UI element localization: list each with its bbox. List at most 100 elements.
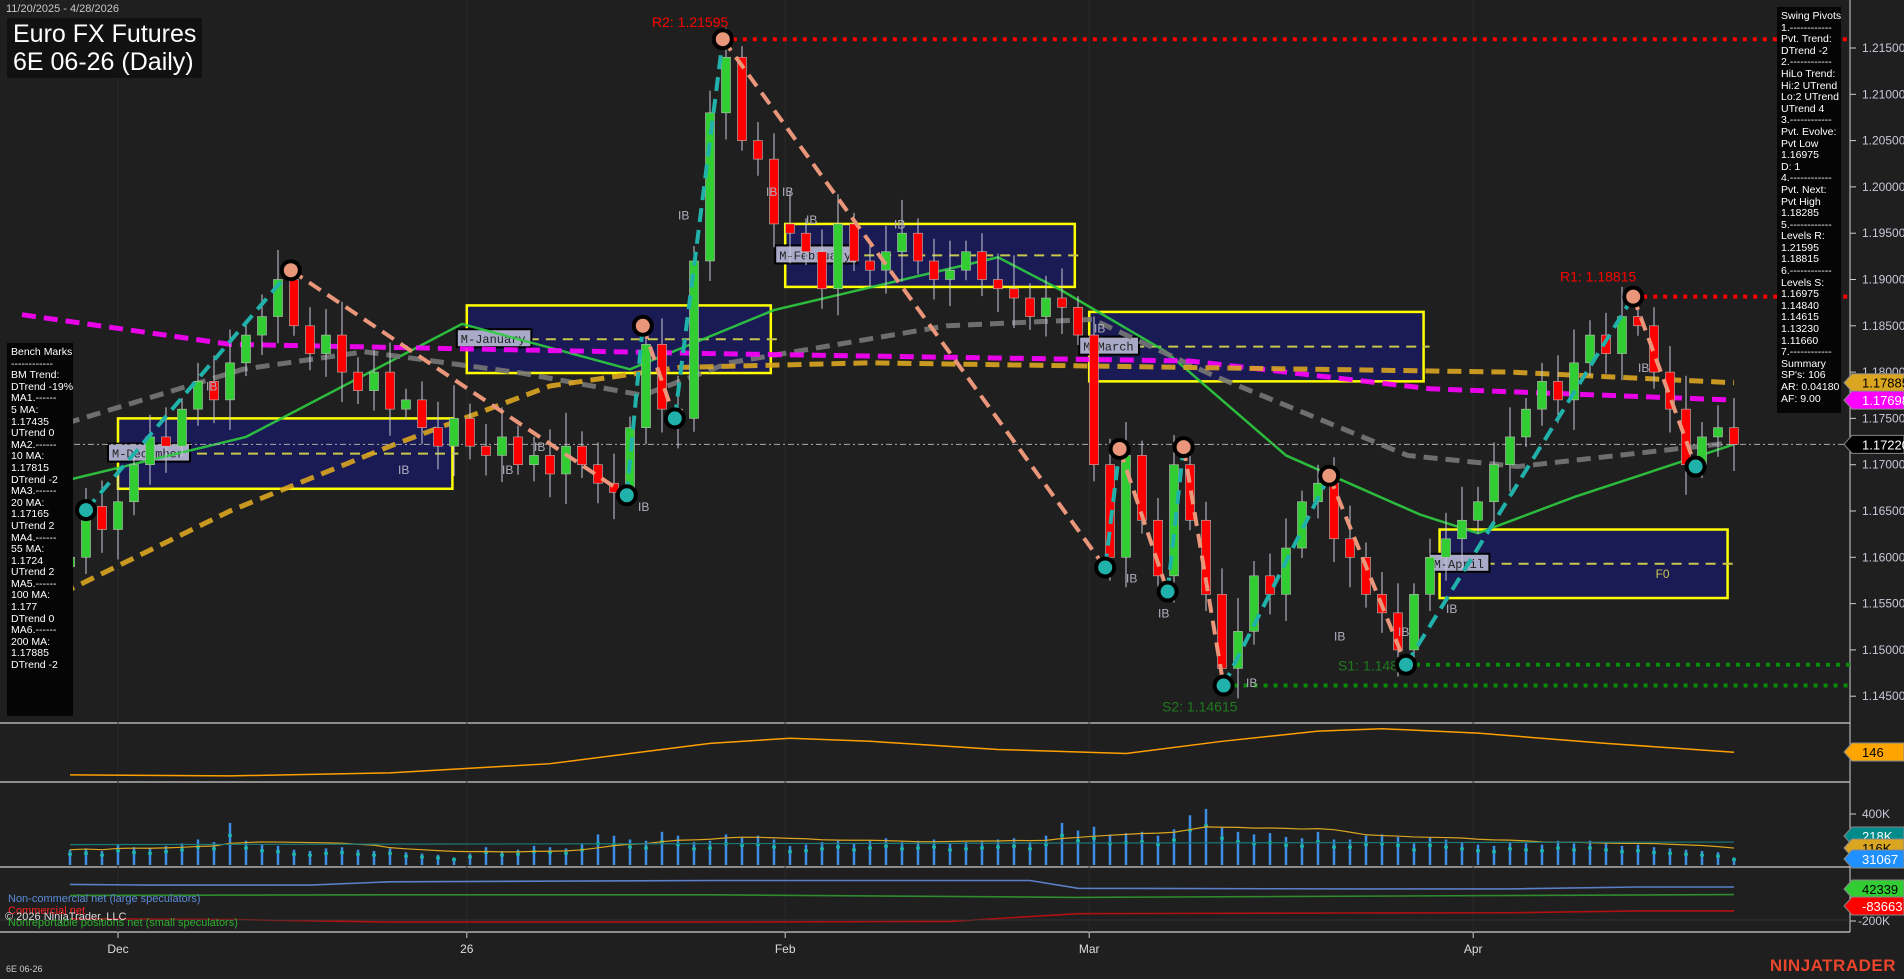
candle-body <box>401 399 411 410</box>
volume-avg-dot <box>436 855 440 860</box>
volume-avg-dot <box>1524 847 1528 852</box>
y-axis-label: 1.19500 <box>1862 226 1904 240</box>
volume-avg-dot <box>692 846 696 851</box>
candle-body <box>897 232 907 253</box>
monthly-box-label: M-January <box>461 333 526 347</box>
volume-avg-dot <box>1396 843 1400 848</box>
ib-label: IB <box>766 185 777 199</box>
volume-avg-dot <box>468 854 472 859</box>
price-tag-text: 1.17698 <box>1862 393 1904 408</box>
volume-avg-dot <box>1716 854 1720 859</box>
volume-avg-dot <box>100 853 104 858</box>
y-axis-label: 1.17500 <box>1862 411 1904 425</box>
volume-avg-dot <box>260 848 264 853</box>
candle-body <box>1489 464 1499 503</box>
candle <box>513 425 523 475</box>
candle-body <box>865 260 875 271</box>
candle-body <box>1345 538 1355 558</box>
candle-body <box>257 316 267 336</box>
swing-line: Pvt. Next: <box>1781 183 1827 196</box>
volume-avg-dot <box>1284 843 1288 848</box>
volume-avg-dot <box>980 846 984 851</box>
candle-body <box>1457 519 1467 540</box>
ib-label: IB <box>1126 571 1137 585</box>
bench-line: 5 MA: <box>11 403 39 416</box>
swing-up-leg <box>1404 295 1635 666</box>
volume-avg-dot <box>900 846 904 851</box>
candle-body <box>945 269 955 280</box>
cot-tag-text: 42339 <box>1862 882 1898 897</box>
volume-avg-dot <box>276 849 280 854</box>
swing-line: 6.------------ <box>1781 265 1832 278</box>
candle-body <box>353 371 363 391</box>
volume-avg-dot <box>820 846 824 851</box>
monthly-box-label: M-April <box>1434 558 1484 572</box>
volume-avg-dot <box>1684 852 1688 857</box>
volume-avg-dot <box>68 852 72 857</box>
candle <box>545 429 555 498</box>
swing-low-marker <box>1094 556 1117 579</box>
swing-line: 1.13230 <box>1781 323 1819 336</box>
y-axis-label: 1.18500 <box>1862 319 1904 333</box>
ib-label: IB <box>678 208 689 222</box>
candle-body <box>1137 455 1147 521</box>
swing-low-marker <box>1212 674 1235 697</box>
ib-label: IB <box>1398 625 1409 639</box>
candle-body <box>929 260 939 280</box>
volume-avg-dot <box>1252 841 1256 846</box>
swing-low-marker <box>1684 455 1707 478</box>
candle-body <box>801 232 811 253</box>
volume-avg-dot <box>1492 849 1496 854</box>
volume-avg-dot <box>292 852 296 857</box>
level-label: R2: 1.21595 <box>652 14 728 30</box>
candle-body <box>721 56 731 114</box>
candle-body <box>337 334 347 373</box>
price-tag-text: 1.17220 <box>1862 437 1904 452</box>
swing-line: AR: 0.04180 <box>1781 381 1840 393</box>
volume-avg-dot <box>1172 838 1176 843</box>
volume-avg-dot <box>340 850 344 855</box>
swing-line: Swing Pivots <box>1781 10 1842 22</box>
candle-body <box>177 408 187 447</box>
volume-avg-dot <box>644 846 648 851</box>
candle-body <box>1681 408 1691 466</box>
candle-body <box>113 501 123 530</box>
candle <box>1473 486 1483 534</box>
x-axis-label: Apr <box>1463 942 1483 956</box>
cot-tag: 42339 <box>1843 879 1904 899</box>
title-line-1: Euro FX Futures <box>13 20 197 48</box>
y-axis-label: 1.15000 <box>1862 643 1904 657</box>
price-tag: 1.17220 <box>1843 434 1904 454</box>
ib-label: IB <box>398 463 409 477</box>
price-chart[interactable]: 1.21500 1.21000 1.20500 1.20000 1.19500 1.190… <box>0 0 1904 979</box>
volume-avg-dot <box>564 851 568 856</box>
candle-body <box>1729 427 1739 445</box>
volume-avg-dot <box>1300 844 1304 849</box>
candle-body <box>785 223 795 234</box>
candle-body <box>1217 594 1227 669</box>
volume-avg-dot <box>1348 845 1352 850</box>
swing-low-marker <box>1395 653 1417 676</box>
ib-label: IB <box>638 500 649 514</box>
volume-avg-dot <box>132 850 136 855</box>
candle-body <box>577 445 587 465</box>
candle-body <box>993 279 1003 290</box>
candle-body <box>561 445 571 475</box>
candle-body <box>913 232 923 262</box>
candle <box>481 423 491 476</box>
volume-avg-dot <box>1636 848 1640 853</box>
candle-body <box>161 436 171 447</box>
swing-pivots-panel: Swing Pivots 1.------------ Pvt. Trend: DTr… <box>1777 7 1841 413</box>
candle-body <box>1521 408 1531 438</box>
volume-avg-dot <box>1220 836 1224 841</box>
oscillator-line <box>69 727 1735 777</box>
cot-legend-nonreportable: Nonreportable positions net (small specu… <box>8 917 238 929</box>
candle-body <box>753 140 763 160</box>
ib-label: IB <box>206 380 217 394</box>
volume-avg-dot <box>852 847 856 852</box>
title-line-2: 6E 06-26 (Daily) <box>13 48 194 76</box>
volume-avg-dot <box>324 851 328 856</box>
swing-low-marker <box>75 499 97 522</box>
volume-avg-dot <box>1428 843 1432 848</box>
ib-label: IB <box>894 218 905 232</box>
